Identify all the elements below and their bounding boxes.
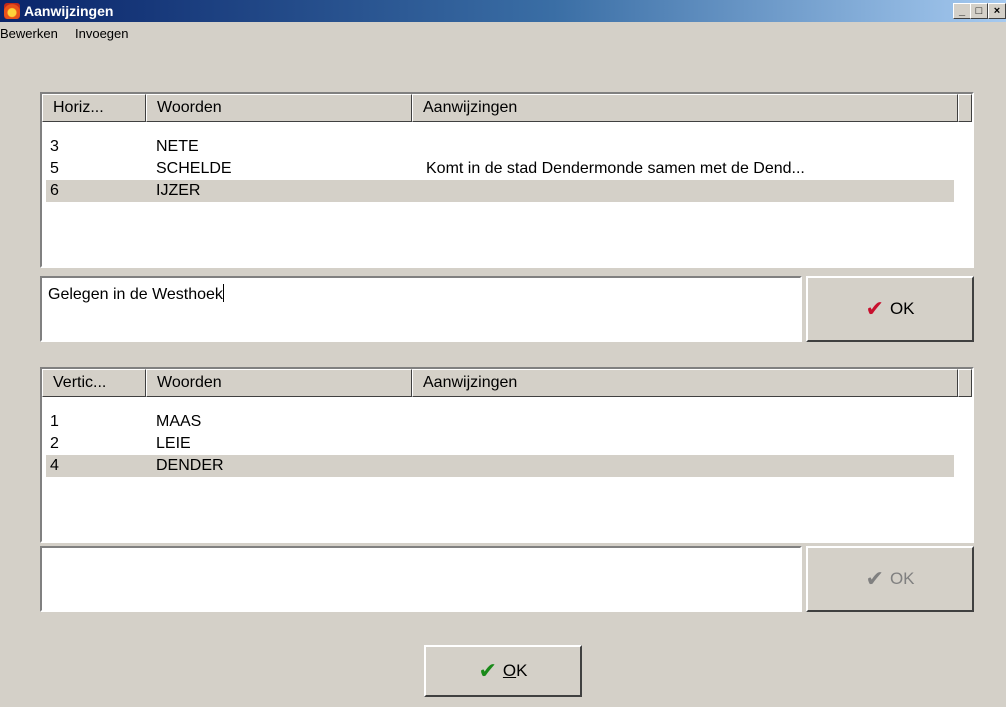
row-word: MAAS — [156, 413, 202, 430]
minimize-button[interactable]: _ — [953, 3, 971, 19]
row-number: 4 — [50, 457, 59, 474]
row-word: LEIE — [156, 435, 191, 452]
window-title: Aanwijzingen — [24, 3, 114, 19]
ok-label: K — [516, 661, 528, 680]
row-clue: Komt in de stad Dendermonde samen met de… — [426, 160, 805, 177]
column-header-filler — [958, 94, 972, 122]
check-icon: ✔ — [865, 296, 884, 321]
row-number: 2 — [50, 435, 59, 452]
close-button[interactable]: × — [988, 3, 1006, 19]
check-icon: ✔ — [478, 658, 497, 683]
row-word: IJZER — [156, 182, 201, 199]
list-item[interactable]: 3 NETE — [46, 136, 954, 158]
row-number: 3 — [50, 138, 59, 155]
horizontal-clue-input[interactable]: Gelegen in de Westhoek — [40, 276, 802, 342]
column-header-horizontal[interactable]: Horiz... — [42, 94, 146, 122]
list-item[interactable]: 5 SCHELDE Komt in de stad Dendermonde sa… — [46, 158, 954, 180]
row-number: 1 — [50, 413, 59, 430]
list-item-selected[interactable]: 4 DENDER — [46, 455, 954, 477]
list-item[interactable]: 1 MAAS — [46, 411, 954, 433]
menu-invoegen[interactable]: Invoegen — [75, 26, 129, 41]
row-word: NETE — [156, 138, 199, 155]
title-bar[interactable]: Aanwijzingen _ □ × — [0, 0, 1006, 22]
vertical-header: Vertic... Woorden Aanwijzingen — [42, 369, 972, 397]
text-caret — [222, 284, 224, 302]
list-item[interactable]: 2 LEIE — [46, 433, 954, 455]
column-header-words[interactable]: Woorden — [146, 369, 412, 397]
row-word: DENDER — [156, 457, 224, 474]
check-icon: ✔ — [865, 566, 884, 591]
app-icon — [4, 3, 20, 19]
menu-bar: Bewerken Invoegen — [0, 22, 1006, 46]
column-header-clues[interactable]: Aanwijzingen — [412, 94, 958, 122]
ok-label: OK — [889, 569, 915, 588]
horizontal-header: Horiz... Woorden Aanwijzingen — [42, 94, 972, 122]
list-item-selected[interactable]: 6 IJZER — [46, 180, 954, 202]
ok-accelerator: O — [502, 661, 517, 680]
column-header-clues[interactable]: Aanwijzingen — [412, 369, 958, 397]
vertical-ok-button[interactable]: ✔ OK — [806, 546, 974, 612]
column-header-words[interactable]: Woorden — [146, 94, 412, 122]
main-ok-button[interactable]: ✔ OK — [424, 645, 582, 697]
vertical-clue-list[interactable]: Vertic... Woorden Aanwijzingen 1 MAAS 2 … — [40, 367, 974, 543]
column-header-filler — [958, 369, 972, 397]
row-word: SCHELDE — [156, 160, 232, 177]
horizontal-ok-button[interactable]: ✔ OK — [806, 276, 974, 342]
row-number: 6 — [50, 182, 59, 199]
menu-bewerken[interactable]: Bewerken — [0, 26, 58, 41]
ok-label: OK — [889, 299, 915, 318]
maximize-button[interactable]: □ — [970, 3, 988, 19]
row-number: 5 — [50, 160, 59, 177]
horizontal-clue-text: Gelegen in de Westhoek — [48, 286, 223, 303]
vertical-clue-input[interactable] — [40, 546, 802, 612]
column-header-vertical[interactable]: Vertic... — [42, 369, 146, 397]
horizontal-clue-list[interactable]: Horiz... Woorden Aanwijzingen 3 NETE 5 S… — [40, 92, 974, 268]
